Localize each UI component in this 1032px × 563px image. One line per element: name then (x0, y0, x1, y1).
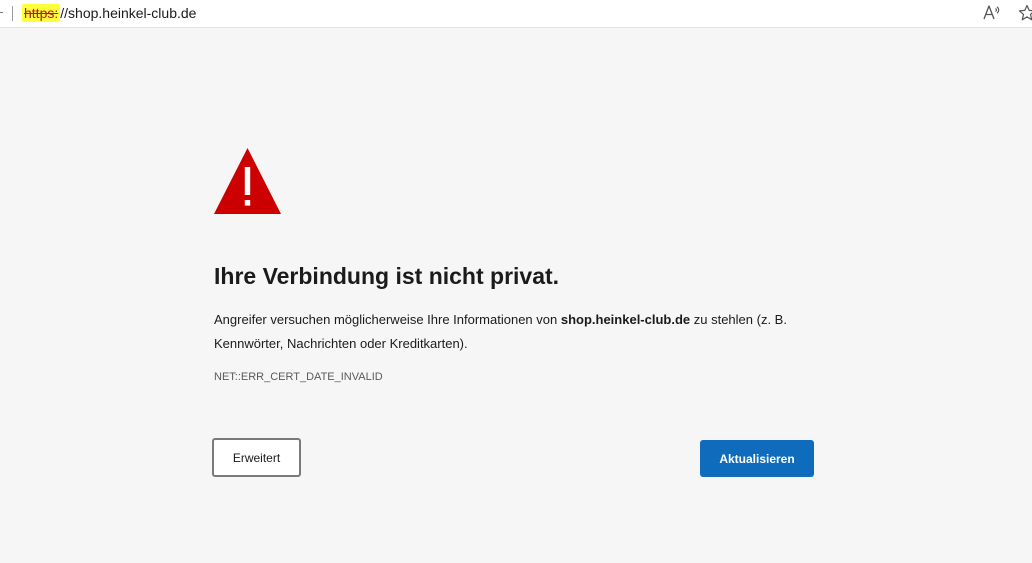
url-host: //shop.heinkel-club.de (60, 5, 197, 21)
address-bar-divider (12, 6, 13, 21)
description-domain: shop.heinkel-club.de (560, 312, 691, 327)
description-text-before: Angreifer versuchen möglicherweise Ihre … (214, 312, 561, 327)
warning-triangle-icon (214, 148, 281, 214)
reload-button[interactable]: Aktualisieren (700, 440, 814, 477)
address-bar[interactable]: https://shop.heinkel-club.de (0, 0, 1032, 28)
favorite-star-icon[interactable] (1018, 4, 1032, 22)
url-text[interactable]: https://shop.heinkel-club.de (22, 3, 196, 23)
read-aloud-icon[interactable] (982, 3, 1002, 23)
url-scheme-insecure: https: (22, 4, 61, 22)
error-description: Angreifer versuchen möglicherweise Ihre … (214, 308, 824, 356)
error-code[interactable]: NET::ERR_CERT_DATE_INVALID (214, 370, 383, 384)
toolbar-edge (0, 12, 3, 13)
page-title: Ihre Verbindung ist nicht privat. (214, 263, 560, 289)
advanced-button[interactable]: Erweitert (212, 438, 301, 477)
